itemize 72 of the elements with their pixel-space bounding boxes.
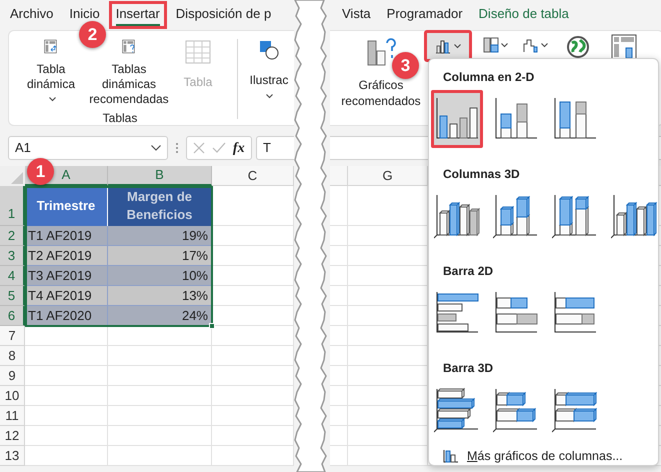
table-cell: 10% xyxy=(108,266,212,286)
caret-icon xyxy=(454,44,461,48)
caret-icon xyxy=(540,42,548,48)
bar-chart-icon xyxy=(493,387,539,433)
drag-handle-icon xyxy=(175,142,179,154)
row-header[interactable]: 4 xyxy=(0,266,25,286)
table-header-cell: Margen de Beneficios xyxy=(108,186,212,226)
step-number-tooltip: 2 xyxy=(79,21,106,48)
column-header[interactable]: C xyxy=(212,166,294,186)
bar-chart-icon xyxy=(434,387,480,433)
row-header[interactable]: 9 xyxy=(0,366,25,386)
caret-icon xyxy=(500,42,508,48)
column-header[interactable]: G xyxy=(348,166,428,186)
table-header-cell: Trimestre xyxy=(25,186,108,226)
ribbon-tab[interactable]: Vista xyxy=(335,4,378,26)
row-header[interactable]: 6 xyxy=(0,306,25,326)
column-chart-icon xyxy=(552,193,598,239)
section-title: Barra 2D xyxy=(442,263,494,280)
table-cell: T2 AF2019 xyxy=(25,246,108,266)
caret-icon xyxy=(266,94,272,99)
column-chart-icon xyxy=(443,449,459,464)
row-header[interactable]: 10 xyxy=(0,386,25,406)
table-cell: T1 AF2019 xyxy=(25,226,108,246)
caret-icon xyxy=(151,145,161,151)
column-header[interactable] xyxy=(330,166,348,186)
row-header[interactable]: 1 xyxy=(0,186,25,226)
ribbon-button[interactable]: Ilustrac xyxy=(244,31,294,125)
column-chart-icon xyxy=(435,38,451,54)
shapes-icon xyxy=(258,39,280,61)
bar-chart-icon xyxy=(552,387,598,433)
check-icon xyxy=(212,142,226,154)
section-title: Columnas 3D xyxy=(442,166,521,183)
column-chart-button[interactable] xyxy=(424,30,472,62)
ribbon-tab[interactable]: Disposición de p xyxy=(168,4,278,26)
row-header[interactable]: 8 xyxy=(0,346,25,366)
row-header[interactable]: 3 xyxy=(0,246,25,266)
row-header[interactable]: 5 xyxy=(0,286,25,306)
waterfall-chart-icon xyxy=(522,37,538,53)
row-header[interactable]: 11 xyxy=(0,406,25,426)
caret-icon xyxy=(49,97,56,102)
chart-help-icon xyxy=(366,37,396,67)
cancel-icon xyxy=(193,142,206,154)
triangle-icon xyxy=(11,172,23,184)
section-title: Columna en 2-D xyxy=(442,69,536,86)
table-cell: 19% xyxy=(108,226,212,246)
row-header[interactable]: 7 xyxy=(0,326,25,346)
insert-function-label[interactable]: fx xyxy=(232,138,245,158)
ribbon-tab[interactable]: Archivo xyxy=(3,4,60,26)
chart-type-option[interactable] xyxy=(431,90,483,148)
row-header[interactable]: 12 xyxy=(0,426,25,446)
empty-cell[interactable] xyxy=(330,446,348,466)
ribbon-button[interactable]: Tabla dinámica xyxy=(23,35,79,107)
table-cell: 17% xyxy=(108,246,212,266)
name-box[interactable]: A1 xyxy=(8,136,168,160)
row-header[interactable]: 2 xyxy=(0,226,25,246)
column-header[interactable]: B xyxy=(108,166,212,186)
table-cell: T3 AF2019 xyxy=(25,266,108,286)
ribbon-tab[interactable]: Programador xyxy=(380,4,470,26)
select-all-corner[interactable] xyxy=(0,166,25,186)
table-cell: 13% xyxy=(108,286,212,306)
hierarchy-chart-icon xyxy=(482,37,498,53)
column-chart-icon xyxy=(434,193,480,239)
table-cell: T4 AF2019 xyxy=(25,286,108,306)
section-title: Barra 3D xyxy=(442,360,494,377)
ribbon-tab[interactable]: Diseño de tabla xyxy=(472,4,576,26)
table-cell: T1 AF2020 xyxy=(25,306,108,326)
column-chart-icon xyxy=(493,193,539,239)
group-label: Tablas xyxy=(102,110,138,127)
formula-field[interactable]: T xyxy=(256,136,294,160)
table-cell: 24% xyxy=(108,306,212,326)
row-header[interactable]: 13 xyxy=(0,446,25,466)
fill-handle[interactable] xyxy=(209,323,215,329)
